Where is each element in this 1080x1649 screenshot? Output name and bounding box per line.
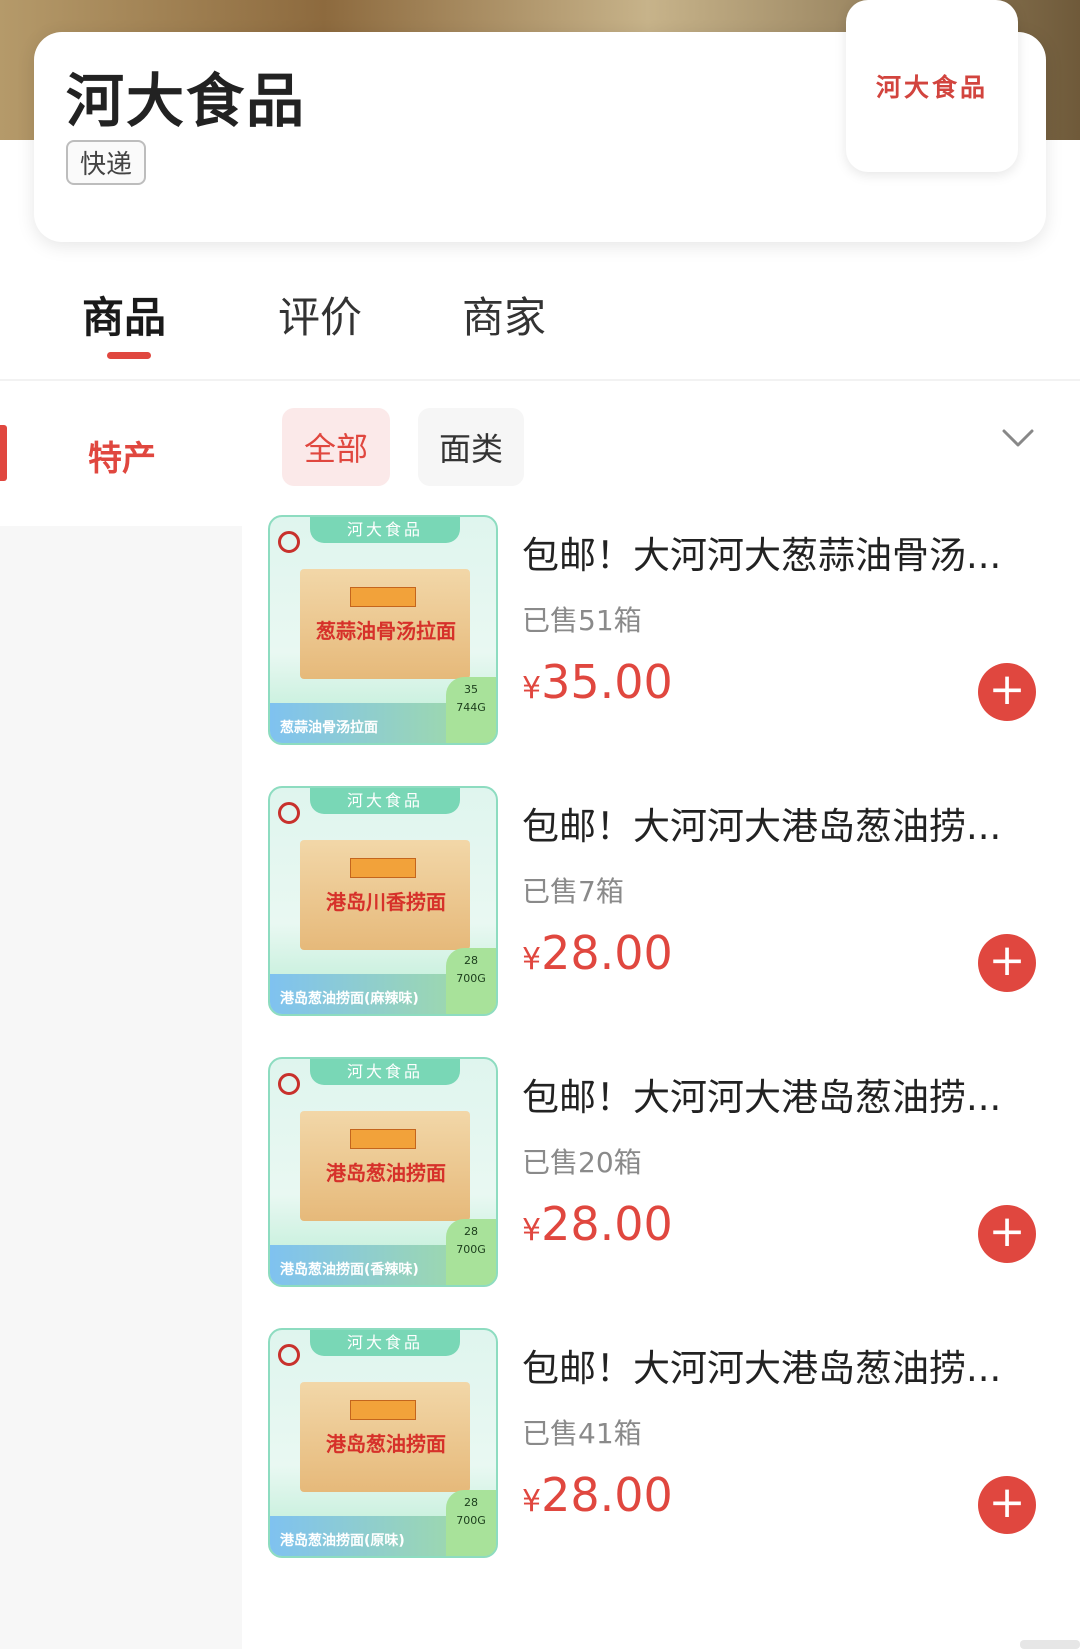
tab-bar: 商品 评价 商家 [0,270,1080,380]
product-sold-count: 已售51箱 [522,604,642,637]
sidebar-item-specialty[interactable]: 特产 [0,381,242,526]
shop-logo[interactable]: 河大食品 [846,0,1018,172]
tab-products[interactable]: 商品 [82,284,166,345]
product-price: ¥28.00 [522,926,673,980]
chip-noodles[interactable]: 面类 [418,408,524,486]
package-label [350,587,416,607]
product-price: ¥35.00 [522,655,673,709]
shop-name: 河大食品 [66,67,307,135]
chevron-down-icon[interactable] [1000,420,1036,456]
add-to-cart-button[interactable]: + [978,663,1036,721]
thumb-brand: 河大食品 [310,517,460,543]
active-tab-indicator [107,352,151,359]
product-sold-count: 已售7箱 [522,875,624,908]
product-card[interactable]: 河大食品 港岛葱油捞面 港岛葱油捞面(香辣味) 28 700G 包邮！大河河大港岛… [268,1057,1058,1289]
add-to-cart-button[interactable]: + [978,934,1036,992]
product-title[interactable]: 包邮！大河河大港岛葱油捞... [522,1067,1022,1121]
product-title[interactable]: 包邮！大河河大港岛葱油捞... [522,796,1022,850]
thumb-box-title: 葱蒜油骨汤拉面 [316,619,456,643]
product-price: ¥28.00 [522,1468,673,1522]
thumb-band-text: 港岛葱油捞面(原味) [280,1533,405,1549]
product-title[interactable]: 包邮！大河河大葱蒜油骨汤... [522,525,1022,579]
brand-logo-icon [278,1344,300,1366]
sidebar-active-marker [0,425,7,481]
thumb-brand: 河大食品 [310,1330,460,1356]
tab-reviews[interactable]: 评价 [278,284,362,345]
package-label [350,1400,416,1420]
delivery-tag: 快递 [66,140,147,185]
package-label [350,858,416,878]
thumb-price-corner: 28 700G [446,1490,496,1556]
product-image[interactable]: 河大食品 葱蒜油骨汤拉面 葱蒜油骨汤拉面 35 744G [268,515,498,745]
shop-header-card: 河大食品 快递 河大食品 [34,0,1046,242]
product-card[interactable]: 河大食品 港岛川香捞面 港岛葱油捞面(麻辣味) 28 700G 包邮！大河河大港岛… [268,786,1058,1018]
shop-logo-text: 河大食品 [875,73,988,102]
thumb-price-corner: 35 744G [446,677,496,743]
sidebar-item-label: 特产 [88,439,156,479]
thumb-band-text: 葱蒜油骨汤拉面 [280,720,378,736]
thumb-brand: 河大食品 [310,788,460,814]
product-image[interactable]: 河大食品 港岛葱油捞面 港岛葱油捞面(香辣味) 28 700G [268,1057,498,1287]
thumb-price-corner: 28 700G [446,948,496,1014]
category-sidebar: 特产 [0,381,242,1649]
chip-all[interactable]: 全部 [282,408,390,486]
product-image[interactable]: 河大食品 港岛葱油捞面 港岛葱油捞面(原味) 28 700G [268,1328,498,1558]
product-price: ¥28.00 [522,1197,673,1251]
brand-logo-icon [278,531,300,553]
thumb-band-text: 港岛葱油捞面(香辣味) [280,1262,419,1278]
product-card[interactable]: 河大食品 港岛葱油捞面 港岛葱油捞面(原味) 28 700G 包邮！大河河大港岛葱… [268,1328,1058,1560]
brand-logo-icon [278,1073,300,1095]
add-to-cart-button[interactable]: + [978,1205,1036,1263]
add-to-cart-button[interactable]: + [978,1476,1036,1534]
thumb-band-text: 港岛葱油捞面(麻辣味) [280,991,419,1007]
package-label [350,1129,416,1149]
product-sold-count: 已售41箱 [522,1417,642,1450]
thumb-brand: 河大食品 [310,1059,460,1085]
product-sold-count: 已售20箱 [522,1146,642,1179]
brand-logo-icon [278,802,300,824]
bottom-scroll-hint [1020,1640,1080,1649]
product-image[interactable]: 河大食品 港岛川香捞面 港岛葱油捞面(麻辣味) 28 700G [268,786,498,1016]
thumb-box-title: 港岛葱油捞面 [326,1432,446,1456]
product-title[interactable]: 包邮！大河河大港岛葱油捞... [522,1338,1022,1392]
thumb-price-corner: 28 700G [446,1219,496,1285]
thumb-box-title: 港岛川香捞面 [326,890,446,914]
thumb-box-title: 港岛葱油捞面 [326,1161,446,1185]
product-card[interactable]: 河大食品 葱蒜油骨汤拉面 葱蒜油骨汤拉面 35 744G 包邮！大河河大葱蒜油骨汤… [268,515,1058,747]
tab-merchant[interactable]: 商家 [462,284,546,345]
